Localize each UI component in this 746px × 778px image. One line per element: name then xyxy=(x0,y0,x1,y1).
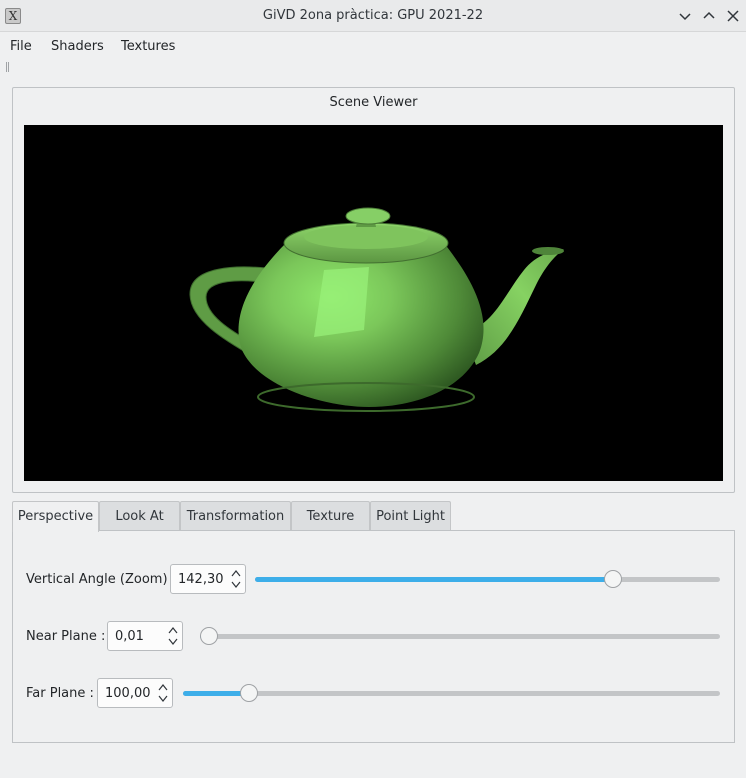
slider-track xyxy=(200,634,720,639)
near-plane-slider[interactable] xyxy=(200,626,720,646)
gl-viewport[interactable] xyxy=(24,125,723,481)
tab-point-light[interactable]: Point Light xyxy=(370,501,451,531)
slider-fill xyxy=(255,577,613,582)
toolbar-handle[interactable] xyxy=(6,62,9,72)
far-plane-label: Far Plane : xyxy=(26,686,94,701)
minimize-icon[interactable] xyxy=(675,6,695,26)
slider-handle[interactable] xyxy=(240,684,259,702)
tab-look-at[interactable]: Look At xyxy=(99,501,180,531)
vertical-angle-value: 142,30 xyxy=(178,572,224,587)
tab-transformation[interactable]: Transformation xyxy=(180,501,291,531)
vertical-angle-slider[interactable] xyxy=(255,569,720,589)
window-title: GiVD 2ona pràctica: GPU 2021-22 xyxy=(262,8,484,23)
near-plane-value: 0,01 xyxy=(115,629,144,644)
spin-arrows-icon[interactable] xyxy=(230,568,242,590)
tab-perspective[interactable]: Perspective xyxy=(12,501,99,532)
vertical-angle-label: Vertical Angle (Zoom) : xyxy=(26,572,177,587)
far-plane-spinbox[interactable]: 100,00 xyxy=(97,678,173,708)
close-icon[interactable] xyxy=(723,6,743,26)
far-plane-value: 100,00 xyxy=(105,686,151,701)
teapot-render xyxy=(189,207,564,412)
scene-viewer-group: Scene Viewer xyxy=(12,87,735,493)
title-bar: X GiVD 2ona pràctica: GPU 2021-22 xyxy=(0,0,746,32)
near-plane-spinbox[interactable]: 0,01 xyxy=(107,621,183,651)
menu-bar: File Shaders Textures xyxy=(0,32,746,60)
maximize-icon[interactable] xyxy=(699,6,719,26)
scene-viewer-title: Scene Viewer xyxy=(329,95,418,110)
tab-texture[interactable]: Texture xyxy=(291,501,370,531)
near-plane-label: Near Plane : xyxy=(26,629,106,644)
slider-track xyxy=(183,691,720,696)
menu-file[interactable]: File xyxy=(10,39,32,54)
menu-shaders[interactable]: Shaders xyxy=(51,39,104,54)
slider-handle[interactable] xyxy=(200,627,218,645)
slider-handle[interactable] xyxy=(603,570,622,588)
far-plane-slider[interactable] xyxy=(183,683,720,703)
vertical-angle-spinbox[interactable]: 142,30 xyxy=(170,564,246,594)
perspective-panel: Vertical Angle (Zoom) : 142,30 Near Plan… xyxy=(12,530,735,743)
spin-arrows-icon[interactable] xyxy=(167,625,179,647)
spin-arrows-icon[interactable] xyxy=(157,682,169,704)
menu-textures[interactable]: Textures xyxy=(121,39,175,54)
